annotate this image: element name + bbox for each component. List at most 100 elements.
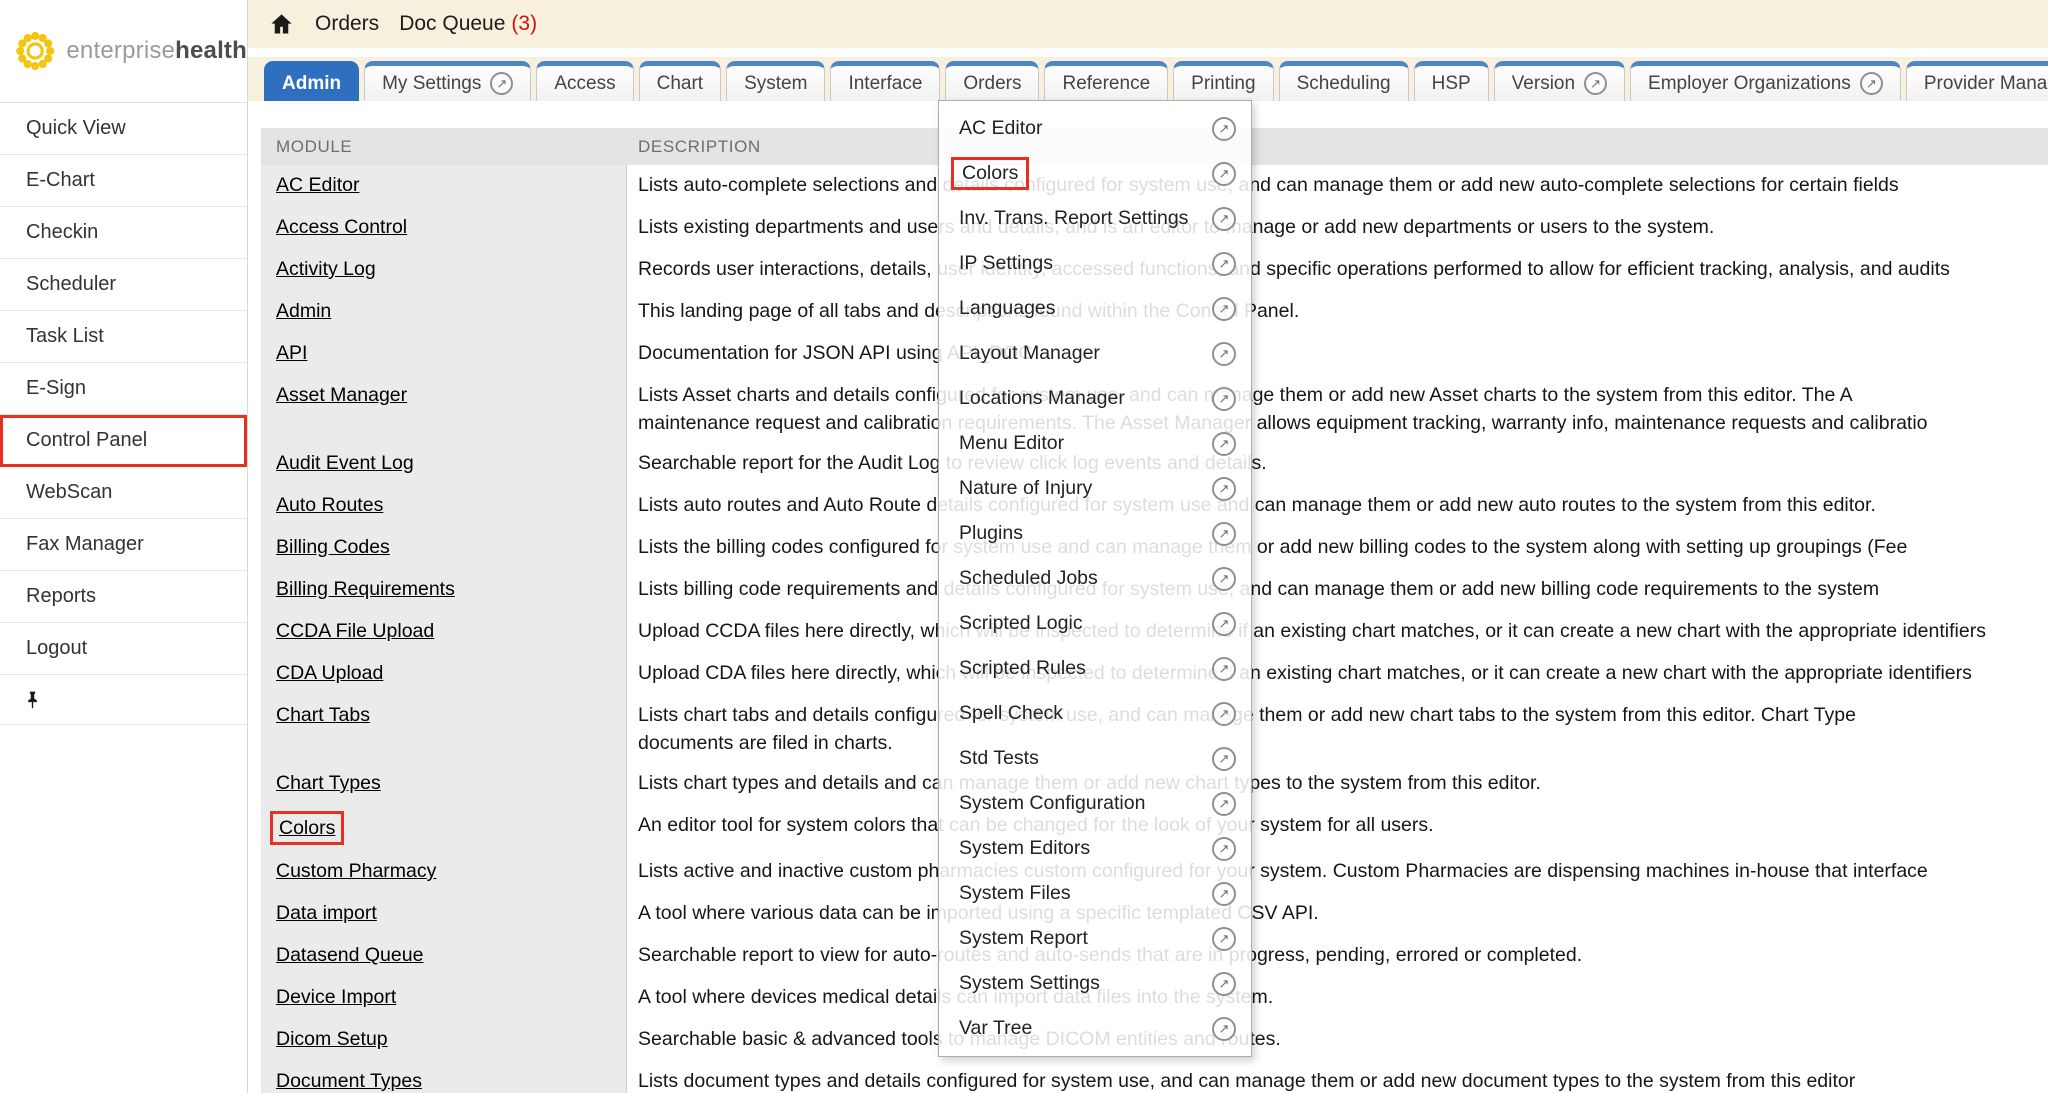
external-link-icon[interactable]: ↗ <box>1212 117 1236 141</box>
external-link-icon[interactable]: ↗ <box>1212 342 1236 366</box>
sidebar-item[interactable]: E-Chart <box>0 155 247 207</box>
external-link-icon[interactable]: ↗ <box>1212 882 1236 906</box>
menu-item[interactable]: System Editors ↗ <box>939 826 1251 871</box>
breadcrumb-doc-queue[interactable]: Doc Queue(3) <box>399 12 537 36</box>
module-cell: Audit Event Log <box>261 443 627 485</box>
module-link[interactable]: Asset Manager <box>276 381 407 409</box>
tab[interactable]: Employer Organizations ↗ <box>1630 61 1901 101</box>
sidebar-item[interactable]: Fax Manager <box>0 519 247 571</box>
menu-item-label: System Report <box>959 927 1088 950</box>
module-link[interactable]: CDA Upload <box>276 659 383 687</box>
module-link[interactable]: API <box>276 339 307 367</box>
tab[interactable]: Orders ↗ <box>945 61 1039 101</box>
module-link[interactable]: AC Editor <box>276 171 359 199</box>
external-link-icon[interactable]: ↗ <box>1212 162 1236 186</box>
menu-item[interactable]: Spell Check ↗ <box>939 691 1251 736</box>
menu-item[interactable]: Var Tree ↗ <box>939 1006 1251 1051</box>
sidebar-item[interactable]: WebScan <box>0 467 247 519</box>
sidebar-item[interactable]: Reports <box>0 571 247 623</box>
external-link-icon[interactable]: ↗ <box>1212 297 1236 321</box>
module-link[interactable]: Access Control <box>276 213 407 241</box>
external-link-icon: ↗ <box>1860 72 1883 95</box>
menu-item[interactable]: Std Tests ↗ <box>939 736 1251 781</box>
module-link[interactable]: CCDA File Upload <box>276 617 434 645</box>
tab[interactable]: Printing ↗ <box>1173 61 1273 101</box>
module-link[interactable]: Colors <box>270 811 344 845</box>
menu-item[interactable]: AC Editor ↗ <box>939 106 1251 151</box>
menu-item[interactable]: System Settings ↗ <box>939 961 1251 1006</box>
menu-item[interactable]: System Configuration ↗ <box>939 781 1251 826</box>
module-link[interactable]: Billing Requirements <box>276 575 455 603</box>
tab[interactable]: Scheduling ↗ <box>1279 61 1409 101</box>
menu-item[interactable]: Languages ↗ <box>939 286 1251 331</box>
tab[interactable]: Version ↗ <box>1494 61 1625 101</box>
tab-label: Access <box>554 73 615 95</box>
external-link-icon[interactable]: ↗ <box>1212 387 1236 411</box>
menu-item[interactable]: Colors ↗ <box>939 151 1251 196</box>
sidebar-item[interactable]: Control Panel <box>0 415 247 467</box>
tab[interactable]: Chart ↗ <box>639 61 721 101</box>
menu-item[interactable]: System Report ↗ <box>939 916 1251 961</box>
module-link[interactable]: Auto Routes <box>276 491 383 519</box>
module-cell: Chart Tabs <box>261 695 627 763</box>
menu-item[interactable]: IP Settings ↗ <box>939 241 1251 286</box>
tab[interactable]: Reference ↗ <box>1044 61 1168 101</box>
module-link[interactable]: Data import <box>276 899 377 927</box>
tab[interactable]: Provider Management ↗ <box>1906 61 2048 101</box>
home-icon[interactable] <box>268 11 295 38</box>
module-link[interactable]: Billing Codes <box>276 533 390 561</box>
sidebar-item[interactable]: Checkin <box>0 207 247 259</box>
tab[interactable]: My Settings ↗ <box>364 61 531 101</box>
external-link-icon[interactable]: ↗ <box>1212 252 1236 276</box>
menu-item-label: Locations Manager <box>959 387 1125 410</box>
tab[interactable]: Interface ↗ <box>830 61 940 101</box>
external-link-icon[interactable]: ↗ <box>1212 432 1236 456</box>
menu-item[interactable]: Layout Manager ↗ <box>939 331 1251 376</box>
tab[interactable]: Access ↗ <box>536 61 633 101</box>
tab[interactable]: System ↗ <box>726 61 825 101</box>
external-link-icon[interactable]: ↗ <box>1212 657 1236 681</box>
module-link[interactable]: Document Types <box>276 1067 422 1093</box>
module-link[interactable]: Audit Event Log <box>276 449 414 477</box>
module-cell: Billing Requirements <box>261 569 627 611</box>
external-link-icon[interactable]: ↗ <box>1212 567 1236 591</box>
menu-item[interactable]: Nature of Injury ↗ <box>939 466 1251 511</box>
menu-item-label: Languages <box>959 297 1056 320</box>
sidebar-item[interactable]: Logout <box>0 623 247 675</box>
module-link[interactable]: Custom Pharmacy <box>276 857 436 885</box>
external-link-icon[interactable]: ↗ <box>1212 972 1236 996</box>
external-link-icon[interactable]: ↗ <box>1212 1017 1236 1041</box>
tab[interactable]: Admin ↗ <box>264 61 359 101</box>
external-link-icon[interactable]: ↗ <box>1212 477 1236 501</box>
module-link[interactable]: Dicom Setup <box>276 1025 388 1053</box>
sidebar-item[interactable]: Scheduler <box>0 259 247 311</box>
external-link-icon[interactable]: ↗ <box>1212 837 1236 861</box>
menu-item[interactable]: Scripted Rules ↗ <box>939 646 1251 691</box>
menu-item[interactable]: System Files ↗ <box>939 871 1251 916</box>
module-link[interactable]: Activity Log <box>276 255 376 283</box>
external-link-icon[interactable]: ↗ <box>1212 927 1236 951</box>
module-link[interactable]: Admin <box>276 297 331 325</box>
sidebar-item[interactable]: Quick View <box>0 103 247 155</box>
sidebar-item[interactable]: E-Sign <box>0 363 247 415</box>
external-link-icon[interactable]: ↗ <box>1212 702 1236 726</box>
sidebar-item[interactable]: Task List <box>0 311 247 363</box>
external-link-icon[interactable]: ↗ <box>1212 747 1236 771</box>
external-link-icon[interactable]: ↗ <box>1212 207 1236 231</box>
module-link[interactable]: Chart Types <box>276 769 381 797</box>
menu-item[interactable]: Scripted Logic ↗ <box>939 601 1251 646</box>
external-link-icon[interactable]: ↗ <box>1212 522 1236 546</box>
external-link-icon[interactable]: ↗ <box>1212 792 1236 816</box>
breadcrumb-orders[interactable]: Orders <box>315 12 379 36</box>
menu-item[interactable]: Locations Manager ↗ <box>939 376 1251 421</box>
menu-item[interactable]: Menu Editor ↗ <box>939 421 1251 466</box>
menu-item[interactable]: Scheduled Jobs ↗ <box>939 556 1251 601</box>
tab[interactable]: HSP ↗ <box>1414 61 1489 101</box>
module-link[interactable]: Device Import <box>276 983 396 1011</box>
pin-icon[interactable] <box>22 689 43 710</box>
menu-item[interactable]: Inv. Trans. Report Settings ↗ <box>939 196 1251 241</box>
module-link[interactable]: Datasend Queue <box>276 941 423 969</box>
menu-item[interactable]: Plugins ↗ <box>939 511 1251 556</box>
module-link[interactable]: Chart Tabs <box>276 701 370 729</box>
external-link-icon[interactable]: ↗ <box>1212 612 1236 636</box>
